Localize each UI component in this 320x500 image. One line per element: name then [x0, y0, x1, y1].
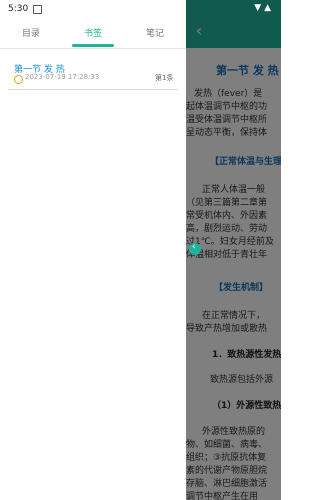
active-tab-indicator: [72, 44, 114, 47]
notification-icon: [33, 5, 42, 14]
bookmark-drawer: 目录 书签 笔记 第一节 发 热 2023-07-19 17:28:33 第1条: [0, 0, 186, 500]
bookmark-count: 第1条: [155, 74, 174, 82]
status-bar: 5:30 ▼ ▲: [0, 0, 281, 20]
divider: [8, 89, 178, 90]
clock-icon: [14, 75, 23, 84]
signal-wifi-icon: ▼ ▲: [254, 3, 271, 13]
bookmark-time: 2023-07-19 17:28:33: [25, 73, 100, 81]
chevron-left-icon: ‹: [192, 242, 196, 252]
tab-bookmarks[interactable]: 书签: [62, 26, 124, 39]
tab-notes[interactable]: 笔记: [124, 26, 186, 39]
status-time: 5:30: [8, 4, 29, 14]
bookmark-item[interactable]: 第一节 发 热 2023-07-19 17:28:33 第1条: [0, 60, 186, 90]
divider: [0, 48, 186, 49]
tab-contents[interactable]: 目录: [0, 26, 62, 39]
drawer-handle-icon[interactable]: ‹: [189, 242, 201, 255]
